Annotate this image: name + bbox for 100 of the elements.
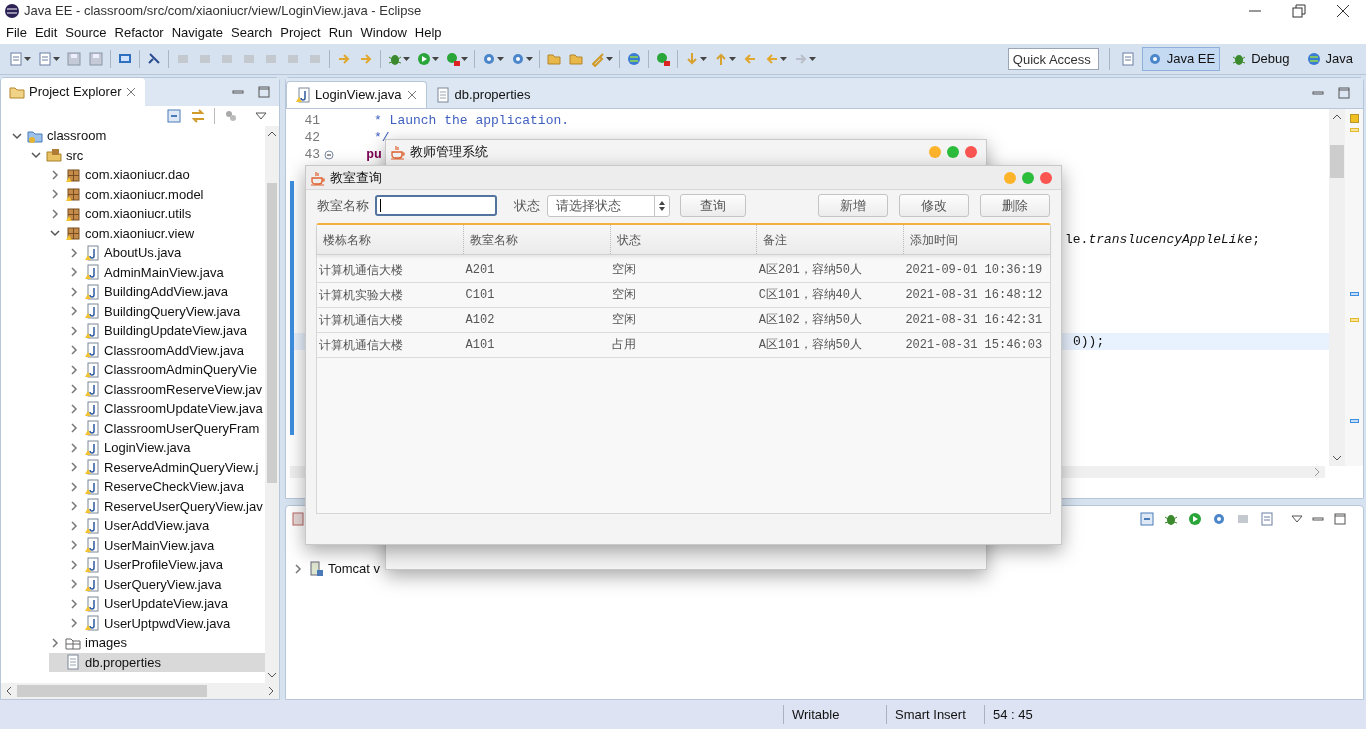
tree-item[interactable]: UserUpdateView.java	[68, 594, 265, 614]
save-icon	[66, 51, 82, 67]
tree-item[interactable]: UserMainView.java	[68, 535, 265, 555]
perspective-button[interactable]: Java EE	[1141, 47, 1221, 71]
view-menu-icon	[255, 110, 267, 122]
table-cell-text: A101	[464, 337, 496, 354]
menu-item[interactable]: Refactor	[110, 23, 168, 43]
menu-item[interactable]: Project	[276, 23, 325, 43]
chevron-icon	[68, 305, 80, 318]
chevron-icon	[68, 383, 80, 396]
table-cell-text: A区201，容纳50人	[757, 262, 863, 279]
column-header[interactable]: 备注	[756, 225, 904, 254]
tree-item[interactable]: ReserveCheckView.java	[68, 477, 265, 497]
tree-item[interactable]: AdminMainView.java	[68, 262, 265, 282]
tree-item[interactable]: db.properties	[49, 652, 265, 672]
folder-icon	[568, 51, 584, 67]
chevron-icon	[68, 402, 80, 415]
chevron-icon	[68, 344, 80, 357]
java-file-icon	[84, 478, 100, 495]
quick-access-field[interactable]: Quick Access	[1007, 48, 1099, 70]
chevron-icon	[68, 441, 80, 454]
tree-item[interactable]: ClassroomAdminQueryVie	[68, 360, 265, 380]
menu-item[interactable]: Window	[356, 23, 411, 43]
filter-icon	[223, 108, 239, 124]
collapse-all-icon	[1139, 511, 1155, 527]
scroll-thumb[interactable]	[1330, 145, 1344, 178]
query-button[interactable]: 查询	[680, 194, 746, 217]
cup-icon	[310, 169, 326, 186]
perspective-button[interactable]: Debug	[1226, 47, 1295, 71]
tree-item[interactable]: UserQueryView.java	[68, 574, 265, 594]
column-header[interactable]: 添加时间	[903, 225, 1050, 254]
menu-item[interactable]: Help	[410, 23, 446, 43]
java-file-icon	[84, 264, 100, 281]
menu-item[interactable]: Navigate	[167, 23, 227, 43]
view-tab[interactable]: Project Explorer	[1, 78, 146, 106]
column-header[interactable]: 楼栋名称	[317, 225, 463, 254]
scroll-thumb[interactable]	[267, 183, 277, 483]
java-file-icon	[84, 361, 100, 378]
tree-item[interactable]: images	[49, 633, 265, 653]
name-input[interactable]	[375, 195, 497, 216]
tree-item[interactable]: com.xiaoniucr.view	[49, 223, 265, 243]
tree-item[interactable]: com.xiaoniucr.model	[49, 184, 265, 204]
maximize-icon	[257, 85, 271, 99]
tree-item[interactable]: ClassroomUpdateView.java	[68, 399, 265, 419]
table-cell-text: 2021-08-31 16:48:12	[904, 287, 1044, 304]
tree-item[interactable]: UserAddView.java	[68, 516, 265, 536]
line-number: 41	[303, 111, 321, 130]
status-select[interactable]: 请选择状态	[547, 194, 670, 217]
tree-item[interactable]: BuildingAddView.java	[68, 282, 265, 302]
menu-item[interactable]: File	[2, 23, 31, 43]
status-field: 54 : 45	[984, 704, 1084, 725]
menu-item[interactable]: Edit	[30, 23, 62, 43]
java-file-icon	[84, 556, 100, 573]
column-header[interactable]: 教室名称	[462, 225, 610, 254]
java-file-icon	[84, 420, 100, 437]
tree-item[interactable]: com.xiaoniucr.utils	[49, 204, 265, 224]
column-header[interactable]: 状态	[609, 225, 757, 254]
tree-item[interactable]: BuildingUpdateView.java	[68, 321, 265, 341]
status-field: Writable	[783, 704, 886, 725]
perspective-button[interactable]: Java	[1300, 47, 1358, 71]
tree-item[interactable]: UserUptpwdView.java	[68, 613, 265, 633]
tree-item[interactable]: LoginView.java	[68, 438, 265, 458]
save-icon	[88, 51, 104, 67]
tree-item[interactable]: UserProfileView.java	[68, 555, 265, 575]
scrollbar[interactable]	[1, 683, 279, 699]
menu-item[interactable]: Source	[61, 23, 111, 43]
source-folder-icon	[46, 147, 62, 164]
tree-item[interactable]: AboutUs.java	[68, 243, 265, 263]
menu-item[interactable]: Run	[324, 23, 357, 43]
tree-item[interactable]: BuildingQueryView.java	[68, 301, 265, 321]
tree-item[interactable]: ReserveUserQueryView.jav	[68, 496, 265, 516]
tree-item[interactable]: classroom	[11, 126, 265, 146]
scroll-thumb[interactable]	[17, 685, 207, 697]
scroll-down-icon	[267, 671, 277, 679]
caret-icon	[403, 57, 410, 61]
tree-item[interactable]: ClassroomReserveView.jav	[68, 379, 265, 399]
tree-item[interactable]: ClassroomAddView.java	[68, 340, 265, 360]
server-item[interactable]: Tomcat v	[292, 559, 380, 579]
caret-icon	[526, 57, 533, 61]
action-button[interactable]: 删除	[980, 194, 1050, 217]
java-file-icon	[84, 517, 100, 534]
editor-tab[interactable]: db.properties	[426, 81, 539, 108]
action-button[interactable]: 新增	[818, 194, 888, 217]
scrollbar[interactable]	[1329, 109, 1345, 466]
scrollbar[interactable]	[265, 126, 279, 683]
folder-icon	[9, 84, 25, 100]
menu-item[interactable]: Search	[227, 23, 277, 43]
action-button[interactable]: 修改	[899, 194, 969, 217]
publish-icon	[1259, 511, 1275, 527]
gear-icon	[481, 51, 497, 67]
tree-item[interactable]: src	[30, 145, 265, 165]
line-number: 43	[303, 145, 321, 164]
tree-item[interactable]: com.xiaoniucr.dao	[49, 165, 265, 185]
link-icon	[190, 108, 206, 124]
tree-item[interactable]: ClassroomUserQueryFram	[68, 418, 265, 438]
tree-item[interactable]: ReserveAdminQueryView.j	[68, 457, 265, 477]
editor-tab[interactable]: LoginView.java	[286, 81, 427, 108]
table-cell-text: A201	[464, 262, 496, 279]
table-cell-text: 计算机通信大楼	[318, 337, 404, 354]
down-arrow-icon	[684, 51, 700, 67]
